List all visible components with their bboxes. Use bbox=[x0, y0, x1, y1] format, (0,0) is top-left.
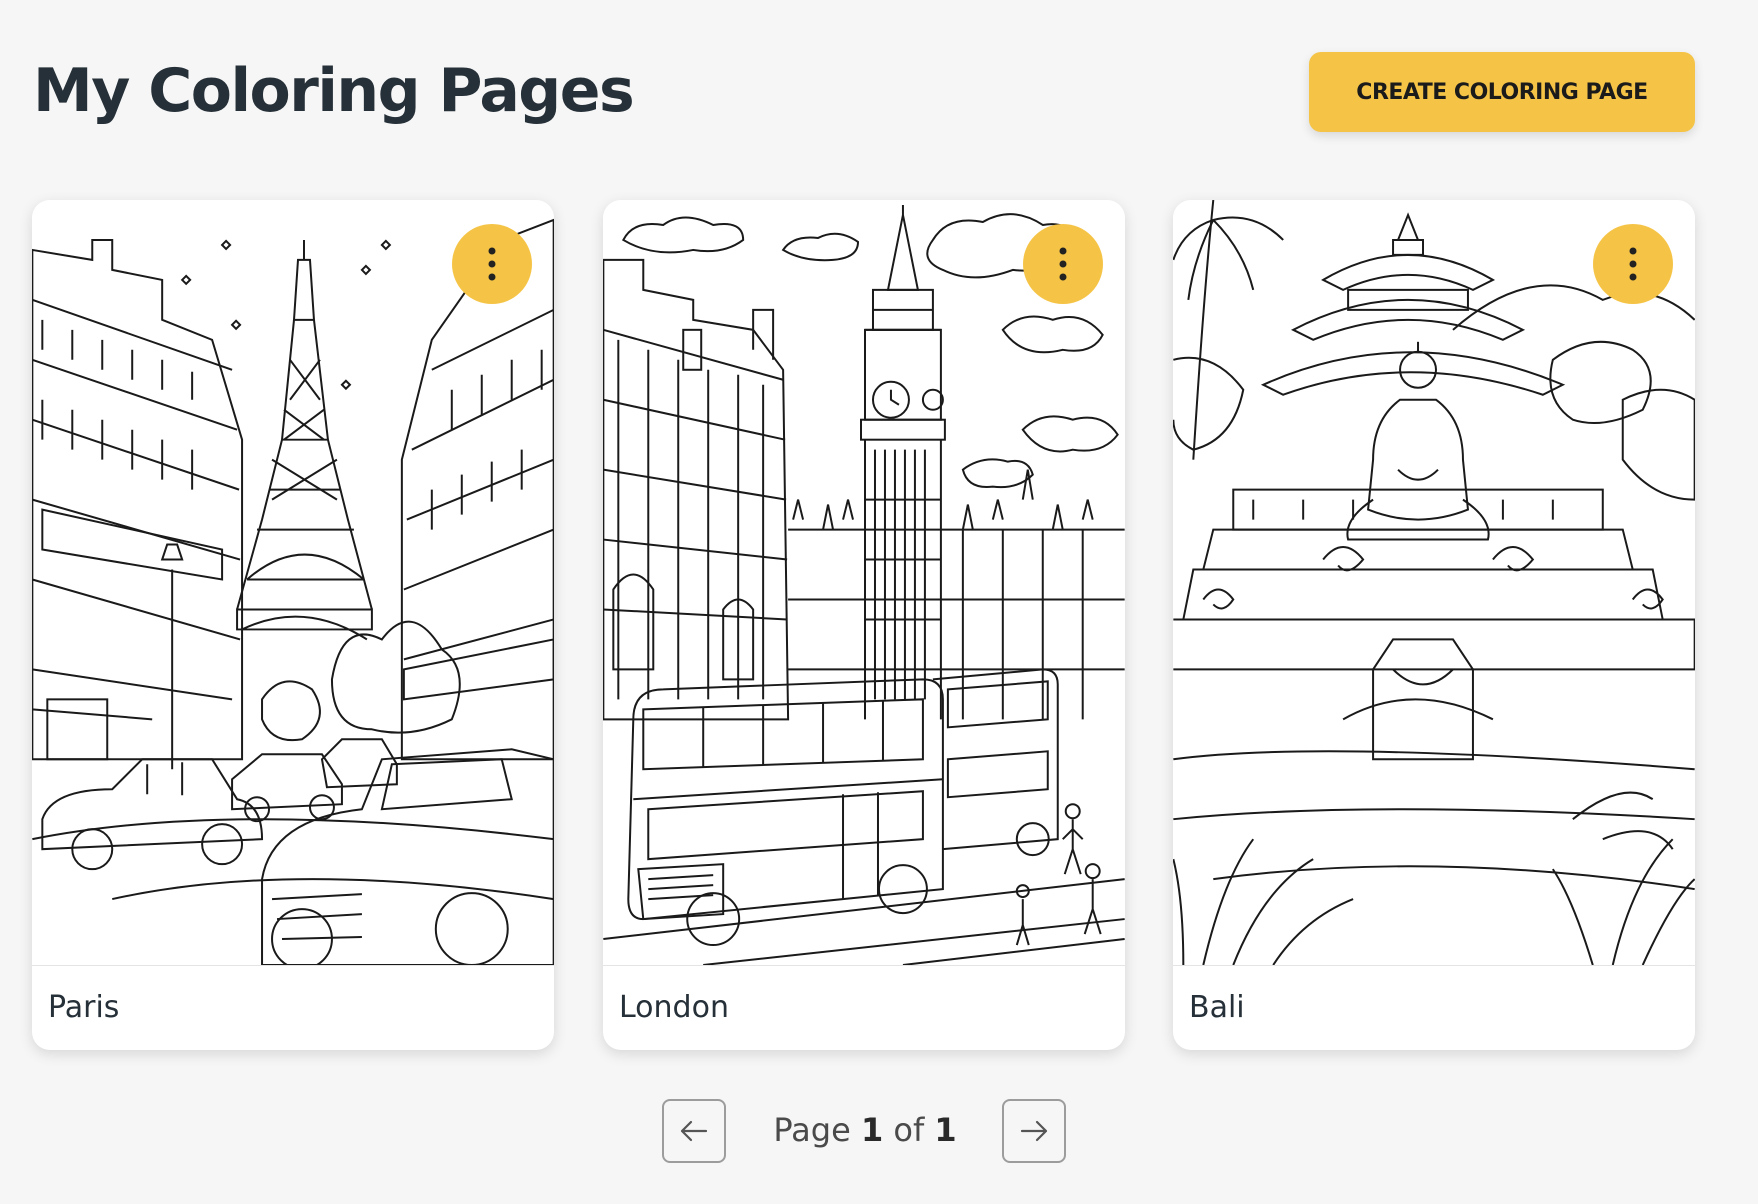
london-line-art bbox=[603, 204, 1125, 965]
more-vertical-icon bbox=[1629, 247, 1637, 281]
page-word: Page bbox=[773, 1111, 851, 1149]
card-menu-button[interactable] bbox=[452, 224, 532, 304]
card-label: London bbox=[619, 990, 729, 1025]
current-page: 1 bbox=[860, 1111, 884, 1149]
coloring-page-card-bali[interactable]: Bali bbox=[1173, 200, 1695, 1050]
more-vertical-icon bbox=[488, 247, 496, 281]
card-image-london bbox=[603, 200, 1125, 966]
card-menu-button[interactable] bbox=[1593, 224, 1673, 304]
coloring-pages-screen: My Coloring Pages CREATE COLORING PAGE P… bbox=[0, 0, 1758, 1204]
page-indicator: Page 1 of 1 bbox=[760, 1111, 970, 1149]
card-image-paris bbox=[32, 200, 554, 966]
arrow-left-icon bbox=[680, 1120, 708, 1142]
bali-line-art bbox=[1173, 200, 1695, 965]
pagination: Page 1 of 1 bbox=[0, 1099, 1758, 1163]
more-vertical-icon bbox=[1059, 247, 1067, 281]
arrow-right-icon bbox=[1020, 1120, 1048, 1142]
card-label: Paris bbox=[48, 990, 120, 1025]
next-page-button[interactable] bbox=[1002, 1099, 1066, 1163]
create-coloring-page-button[interactable]: CREATE COLORING PAGE bbox=[1309, 52, 1695, 132]
total-pages: 1 bbox=[934, 1111, 957, 1149]
previous-page-button[interactable] bbox=[662, 1099, 726, 1163]
paris-line-art bbox=[32, 218, 554, 965]
card-menu-button[interactable] bbox=[1023, 224, 1103, 304]
coloring-page-card-london[interactable]: London bbox=[603, 200, 1125, 1050]
coloring-page-card-paris[interactable]: Paris bbox=[32, 200, 554, 1050]
page-title: My Coloring Pages bbox=[33, 56, 635, 126]
card-label: Bali bbox=[1189, 990, 1245, 1025]
card-image-bali bbox=[1173, 200, 1695, 966]
of-word: of bbox=[893, 1111, 925, 1149]
